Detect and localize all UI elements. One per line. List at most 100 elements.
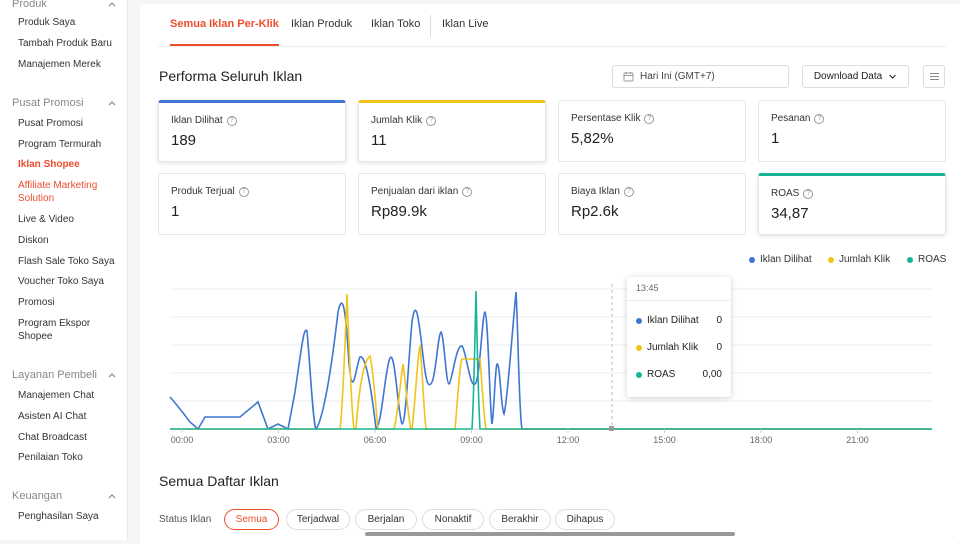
sidebar-item-voucher[interactable]: Voucher Toko Saya bbox=[18, 275, 122, 288]
hover-marker bbox=[609, 426, 614, 431]
sidebar-item-asisten-ai[interactable]: Asisten AI Chat bbox=[18, 410, 122, 423]
hamburger-icon bbox=[929, 73, 939, 80]
sidebar-item-affiliate[interactable]: Affiliate Marketing Solution bbox=[18, 179, 122, 205]
metric-card-roas[interactable]: ROAS? 34,87 bbox=[758, 173, 946, 235]
help-icon[interactable]: ? bbox=[803, 188, 814, 199]
metric-value: Rp89.9k bbox=[371, 203, 427, 220]
help-icon[interactable]: ? bbox=[644, 113, 655, 124]
x-tick-label: 12:00 bbox=[557, 435, 580, 445]
tab-iklan-live[interactable]: Iklan Live bbox=[442, 18, 488, 46]
more-menu-button[interactable] bbox=[923, 65, 945, 88]
sidebar-item-live-video[interactable]: Live & Video bbox=[18, 213, 122, 226]
metric-label: Produk Terjual bbox=[171, 186, 235, 197]
metric-card-produk-terjual[interactable]: Produk Terjual? 1 bbox=[158, 173, 346, 235]
sidebar-section-keuangan[interactable]: Keuangan bbox=[12, 488, 118, 504]
performance-chart[interactable]: 00:00 03:00 06:00 09:00 12:00 15:00 18:00 21:00 bbox=[169, 274, 950, 474]
sidebar-item-iklan-shopee[interactable]: Iklan Shopee bbox=[18, 158, 122, 171]
tooltip-value: 0 bbox=[716, 315, 722, 326]
sidebar-section-pusat-promosi[interactable]: Pusat Promosi bbox=[12, 95, 118, 111]
status-pill-semua[interactable]: Semua bbox=[224, 509, 279, 530]
status-pill-berakhir[interactable]: Berakhir bbox=[489, 509, 551, 530]
series-line-iklan-dilihat bbox=[169, 291, 932, 431]
metric-value: 5,82% bbox=[571, 130, 614, 147]
calendar-icon bbox=[623, 72, 634, 82]
legend-item-iklan-dilihat[interactable]: Iklan Dilihat bbox=[749, 254, 812, 265]
sidebar-item-diskon[interactable]: Diskon bbox=[18, 234, 122, 247]
tooltip-value: 0,00 bbox=[702, 369, 722, 380]
tooltip-label: Jumlah Klik bbox=[647, 342, 699, 353]
help-icon[interactable]: ? bbox=[426, 115, 437, 126]
status-pill-terjadwal[interactable]: Terjadwal bbox=[286, 509, 350, 530]
section-title: Pusat Promosi bbox=[12, 97, 84, 109]
metric-card-persentase-klik[interactable]: Persentase Klik? 5,82% bbox=[558, 100, 746, 162]
metric-label: Jumlah Klik bbox=[371, 115, 423, 126]
series-line-roas bbox=[170, 290, 932, 430]
status-pill-berjalan[interactable]: Berjalan bbox=[355, 509, 417, 530]
help-icon[interactable]: ? bbox=[623, 186, 634, 197]
help-icon[interactable]: ? bbox=[238, 186, 249, 197]
tooltip-time: 13:45 bbox=[627, 277, 731, 301]
sidebar-item-tambah-produk[interactable]: Tambah Produk Baru bbox=[18, 37, 122, 50]
sidebar-item-manajemen-chat[interactable]: Manajemen Chat bbox=[18, 389, 122, 402]
legend-label: Jumlah Klik bbox=[839, 254, 891, 265]
sidebar-item-penilaian-toko[interactable]: Penilaian Toko bbox=[18, 451, 122, 464]
metric-card-iklan-dilihat[interactable]: Iklan Dilihat? 189 bbox=[158, 100, 346, 162]
help-icon[interactable]: ? bbox=[814, 113, 825, 124]
status-pill-nonaktif[interactable]: Nonaktif bbox=[422, 509, 484, 530]
tooltip-label: ROAS bbox=[647, 369, 676, 380]
metric-value: 11 bbox=[371, 132, 387, 149]
help-icon[interactable]: ? bbox=[226, 115, 237, 126]
x-tick-label: 00:00 bbox=[171, 435, 194, 445]
date-picker[interactable]: Hari Ini (GMT+7) bbox=[612, 65, 789, 88]
sidebar-item-penghasilan[interactable]: Penghasilan Saya bbox=[18, 510, 122, 523]
sidebar-item-program-ekspor[interactable]: Program Ekspor Shopee bbox=[18, 317, 122, 343]
sidebar: Produk Produk Saya Tambah Produk Baru Ma… bbox=[0, 0, 128, 540]
legend-item-roas[interactable]: ROAS bbox=[907, 254, 946, 265]
help-icon[interactable]: ? bbox=[462, 186, 473, 197]
legend-dot bbox=[749, 256, 755, 263]
sidebar-item-flash-sale[interactable]: Flash Sale Toko Saya bbox=[18, 255, 122, 268]
tab-iklan-toko[interactable]: Iklan Toko bbox=[371, 18, 420, 46]
sidebar-section-produk[interactable]: Produk bbox=[12, 0, 118, 12]
tooltip-row-jumlah-klik: Jumlah Klik 0 bbox=[636, 342, 722, 353]
chart-tooltip: 13:45 Iklan Dilihat 0 Jumlah Klik 0 ROAS… bbox=[627, 277, 731, 397]
metric-value: 189 bbox=[171, 132, 197, 149]
tooltip-label: Iklan Dilihat bbox=[647, 315, 699, 326]
legend-dot bbox=[636, 344, 642, 351]
date-label: Hari Ini (GMT+7) bbox=[640, 71, 715, 82]
metric-label: Persentase Klik bbox=[571, 113, 641, 124]
metric-label: Biaya Iklan bbox=[571, 186, 620, 197]
sidebar-item-manajemen-merek[interactable]: Manajemen Merek bbox=[18, 58, 122, 71]
sidebar-item-chat-broadcast[interactable]: Chat Broadcast bbox=[18, 431, 122, 444]
metric-label: Penjualan dari iklan bbox=[371, 186, 459, 197]
horizontal-scrollbar[interactable] bbox=[365, 532, 735, 536]
metric-label: Pesanan bbox=[771, 113, 811, 124]
status-pill-dihapus[interactable]: Dihapus bbox=[555, 509, 615, 530]
metric-card-jumlah-klik[interactable]: Jumlah Klik? 11 bbox=[358, 100, 546, 162]
sidebar-section-layanan[interactable]: Layanan Pembeli bbox=[12, 367, 118, 383]
metric-card-penjualan[interactable]: Penjualan dari iklan? Rp89.9k bbox=[358, 173, 546, 235]
metric-card-biaya-iklan[interactable]: Biaya Iklan? Rp2.6k bbox=[558, 173, 746, 235]
sidebar-item-pusat-promosi[interactable]: Pusat Promosi bbox=[18, 117, 122, 130]
metric-value: 34,87 bbox=[771, 205, 809, 222]
chevron-up-icon bbox=[108, 101, 116, 106]
metric-value: Rp2.6k bbox=[571, 203, 619, 220]
legend-label: ROAS bbox=[918, 254, 947, 265]
x-tick-label: 18:00 bbox=[750, 435, 773, 445]
tooltip-row-roas: ROAS 0,00 bbox=[636, 369, 722, 380]
section-title: Produk bbox=[12, 0, 47, 10]
legend-item-jumlah-klik[interactable]: Jumlah Klik bbox=[828, 254, 890, 265]
chevron-up-icon bbox=[108, 2, 116, 7]
download-data-button[interactable]: Download Data bbox=[802, 65, 909, 88]
chevron-up-icon bbox=[108, 494, 116, 499]
tab-iklan-produk[interactable]: Iklan Produk bbox=[291, 18, 352, 46]
sidebar-item-produk-saya[interactable]: Produk Saya bbox=[18, 16, 122, 29]
download-label: Download Data bbox=[813, 71, 883, 82]
legend-label: Iklan Dilihat bbox=[760, 254, 812, 265]
metric-card-pesanan[interactable]: Pesanan? 1 bbox=[758, 100, 946, 162]
sidebar-item-promosi[interactable]: Promosi bbox=[18, 296, 122, 309]
tab-semua-iklan[interactable]: Semua Iklan Per-Klik bbox=[170, 18, 279, 46]
sidebar-item-program-termurah[interactable]: Program Termurah bbox=[18, 138, 122, 151]
tooltip-value: 0 bbox=[716, 342, 722, 353]
x-tick-label: 06:00 bbox=[364, 435, 387, 445]
